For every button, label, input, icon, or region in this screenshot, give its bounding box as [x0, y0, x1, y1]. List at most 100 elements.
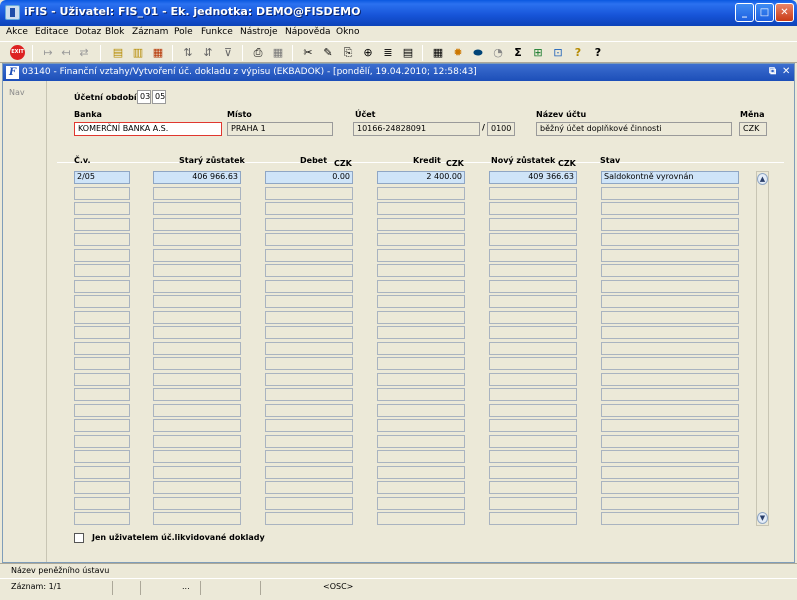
grid-cell-cv[interactable] — [74, 357, 130, 370]
sun-icon[interactable]: ✹ — [450, 45, 466, 61]
grid-cell-debit[interactable] — [265, 279, 353, 293]
row1-cv[interactable]: 2/05 — [74, 171, 130, 184]
grid-cell-old-balance[interactable] — [153, 202, 241, 215]
grid-cell-debit[interactable] — [265, 248, 353, 262]
exit-icon[interactable]: EXIT — [10, 45, 25, 60]
account-name-field[interactable]: běžný účet doplňkové činnosti — [536, 122, 732, 136]
grid-cell-credit[interactable] — [377, 496, 465, 510]
grid-cell-debit[interactable] — [265, 481, 353, 494]
grid-cell-old-balance[interactable] — [153, 434, 241, 448]
menu-nastroje[interactable]: Nástroje — [240, 27, 278, 37]
maximize-button[interactable]: □ — [755, 3, 774, 22]
grid-cell-state[interactable] — [601, 264, 739, 277]
grid-cell-state[interactable] — [601, 233, 739, 246]
grid-cell-cv[interactable] — [74, 295, 130, 308]
grid-cell-state[interactable] — [601, 295, 739, 308]
grid-cell-cv[interactable] — [74, 186, 130, 200]
grid-cell-state[interactable] — [601, 481, 739, 494]
grid-cell-cv[interactable] — [74, 481, 130, 494]
grid-cell-credit[interactable] — [377, 310, 465, 324]
edit-icon[interactable]: ✎ — [320, 45, 336, 61]
excel-icon[interactable]: ⊞ — [530, 45, 546, 61]
grid-cell-cv[interactable] — [74, 341, 130, 355]
grid-cell-state[interactable] — [601, 372, 739, 386]
minimize-button[interactable]: _ — [735, 3, 754, 22]
grid-cell-cv[interactable] — [74, 419, 130, 432]
grid-cell-state[interactable] — [601, 450, 739, 463]
grid-cell-state[interactable] — [601, 388, 739, 401]
grid-cell-cv[interactable] — [74, 217, 130, 231]
menu-akce[interactable]: Akce — [6, 27, 28, 37]
grid-cell-new-balance[interactable] — [489, 465, 577, 479]
period-year-field[interactable]: 03 — [137, 90, 151, 104]
cut-icon[interactable]: ✂ — [300, 45, 316, 61]
grid-cell-new-balance[interactable] — [489, 419, 577, 432]
grid-cell-debit[interactable] — [265, 217, 353, 231]
row1-new-balance[interactable]: 409 366.63 — [489, 171, 577, 184]
grid-cell-new-balance[interactable] — [489, 248, 577, 262]
grid-cell-cv[interactable] — [74, 248, 130, 262]
grid-cell-old-balance[interactable] — [153, 186, 241, 200]
grid-cell-state[interactable] — [601, 341, 739, 355]
grid-cell-cv[interactable] — [74, 233, 130, 246]
grid-cell-state[interactable] — [601, 217, 739, 231]
grid-cell-new-balance[interactable] — [489, 403, 577, 417]
grid-cell-state[interactable] — [601, 248, 739, 262]
grid-cell-old-balance[interactable] — [153, 264, 241, 277]
grid-cell-debit[interactable] — [265, 496, 353, 510]
grid-cell-new-balance[interactable] — [489, 512, 577, 525]
menu-okno[interactable]: Okno — [336, 27, 360, 37]
zoom-icon[interactable]: ⊕ — [360, 45, 376, 61]
grid-cell-new-balance[interactable] — [489, 326, 577, 339]
grid-cell-new-balance[interactable] — [489, 357, 577, 370]
grid-cell-credit[interactable] — [377, 264, 465, 277]
help-icon[interactable]: ? — [570, 45, 586, 61]
menu-dotaz[interactable]: Dotaz — [75, 27, 101, 37]
grid-cell-old-balance[interactable] — [153, 279, 241, 293]
grid-cell-old-balance[interactable] — [153, 233, 241, 246]
print-icon[interactable]: ⎙ — [250, 45, 266, 61]
grid-cell-state[interactable] — [601, 465, 739, 479]
grid-cell-debit[interactable] — [265, 450, 353, 463]
grid-cell-debit[interactable] — [265, 202, 353, 215]
grid-cell-state[interactable] — [601, 310, 739, 324]
grid-scrollbar[interactable]: ▲ ▼ — [756, 171, 769, 526]
grid-cell-credit[interactable] — [377, 217, 465, 231]
grid-cell-debit[interactable] — [265, 388, 353, 401]
grid-cell-credit[interactable] — [377, 233, 465, 246]
grid-cell-new-balance[interactable] — [489, 233, 577, 246]
grid-cell-debit[interactable] — [265, 233, 353, 246]
grid-cell-new-balance[interactable] — [489, 372, 577, 386]
grid-cell-state[interactable] — [601, 512, 739, 525]
menu-napoveda[interactable]: Nápověda — [285, 27, 331, 37]
grid-cell-cv[interactable] — [74, 202, 130, 215]
copy-icon[interactable]: ⎘ — [340, 45, 356, 61]
grid-cell-new-balance[interactable] — [489, 186, 577, 200]
liquidated-only-checkbox[interactable] — [74, 533, 84, 543]
grid-cell-old-balance[interactable] — [153, 512, 241, 525]
grid-cell-cv[interactable] — [74, 496, 130, 510]
sum-icon[interactable]: Σ — [510, 45, 526, 61]
grid-cell-new-balance[interactable] — [489, 264, 577, 277]
scroll-down-icon[interactable]: ▼ — [757, 512, 768, 524]
grid-cell-credit[interactable] — [377, 481, 465, 494]
grid-cell-old-balance[interactable] — [153, 326, 241, 339]
grid-cell-cv[interactable] — [74, 310, 130, 324]
grid-cell-state[interactable] — [601, 419, 739, 432]
grid-cell-debit[interactable] — [265, 512, 353, 525]
grid-cell-credit[interactable] — [377, 295, 465, 308]
grid-cell-credit[interactable] — [377, 357, 465, 370]
grid-cell-new-balance[interactable] — [489, 450, 577, 463]
grid-cell-credit[interactable] — [377, 434, 465, 448]
grid-cell-cv[interactable] — [74, 372, 130, 386]
grid-cell-state[interactable] — [601, 186, 739, 200]
sort-desc-icon[interactable]: ⇵ — [200, 45, 216, 61]
row1-state[interactable]: Saldokontně vyrovnán — [601, 171, 739, 184]
grid-cell-credit[interactable] — [377, 450, 465, 463]
filter-icon[interactable]: ⊽ — [220, 45, 236, 61]
nav-panel[interactable]: Nav — [3, 81, 47, 562]
grid-cell-debit[interactable] — [265, 264, 353, 277]
grid-cell-state[interactable] — [601, 279, 739, 293]
grid-cell-old-balance[interactable] — [153, 295, 241, 308]
browser-icon[interactable]: ⊡ — [550, 45, 566, 61]
